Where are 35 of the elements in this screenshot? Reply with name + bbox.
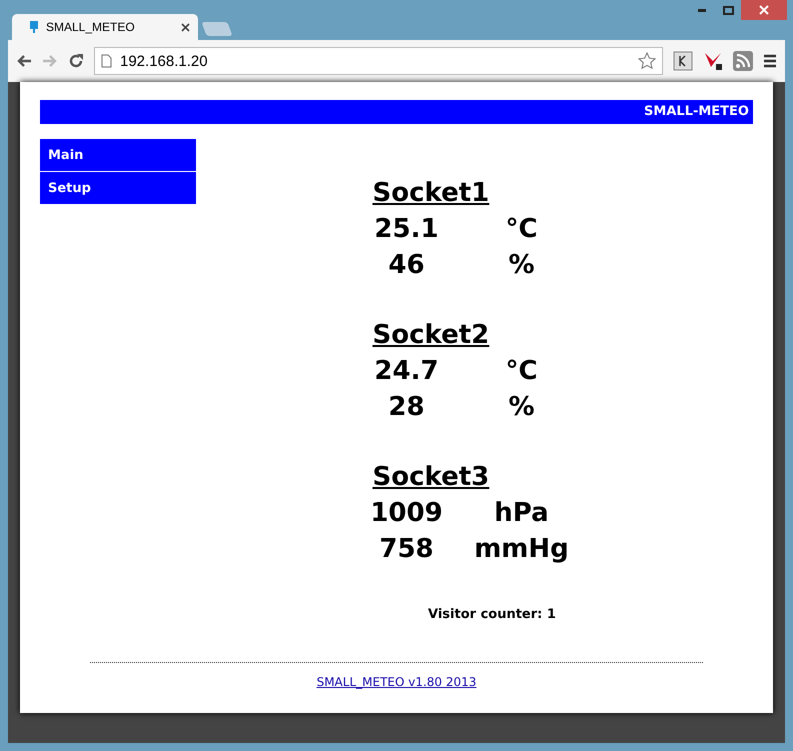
- reading-unit: %: [507, 249, 536, 282]
- back-icon[interactable]: [16, 54, 32, 68]
- star-icon[interactable]: [638, 52, 656, 70]
- reading-unit: hPa: [493, 497, 550, 530]
- menu-item[interactable]: Setup: [40, 172, 196, 204]
- menu-icon[interactable]: [763, 54, 777, 68]
- socket-title: Socket1: [372, 177, 490, 210]
- reading-value: 25.1: [373, 213, 440, 246]
- site-header: SMALL-METEO: [40, 100, 753, 124]
- reading-unit: °C: [504, 355, 539, 388]
- reading-unit: %: [507, 391, 536, 424]
- maximize-icon[interactable]: [722, 6, 734, 14]
- address-bar[interactable]: 192.168.1.20: [94, 47, 663, 75]
- extension-icon[interactable]: [673, 51, 693, 71]
- reading-value: 758: [378, 533, 435, 566]
- minimize-icon[interactable]: [698, 8, 706, 12]
- rss-icon[interactable]: [733, 51, 753, 71]
- socket-title: Socket3: [372, 461, 490, 494]
- reading-value: 24.7: [373, 355, 440, 388]
- page-icon: [101, 54, 112, 68]
- menu-item[interactable]: Main: [40, 139, 196, 171]
- browser-tab[interactable]: SMALL_METEO: [12, 14, 198, 40]
- socket-title: Socket2: [372, 319, 490, 352]
- tab-title: SMALL_METEO: [46, 20, 136, 34]
- footer-link[interactable]: SMALL_METEO v1.80 2013: [316, 675, 476, 689]
- close-icon[interactable]: [181, 22, 190, 32]
- reading-value: 28: [387, 391, 426, 424]
- reload-icon[interactable]: [68, 53, 84, 69]
- reading-unit: mmHg: [473, 533, 570, 566]
- visitor-counter: Visitor counter: 1: [428, 607, 557, 622]
- window-close-button[interactable]: [741, 0, 787, 20]
- reading-unit: °C: [504, 213, 539, 246]
- reading-value: 46: [387, 249, 426, 282]
- reading-value: 1009: [369, 497, 444, 530]
- close-icon: [759, 5, 769, 15]
